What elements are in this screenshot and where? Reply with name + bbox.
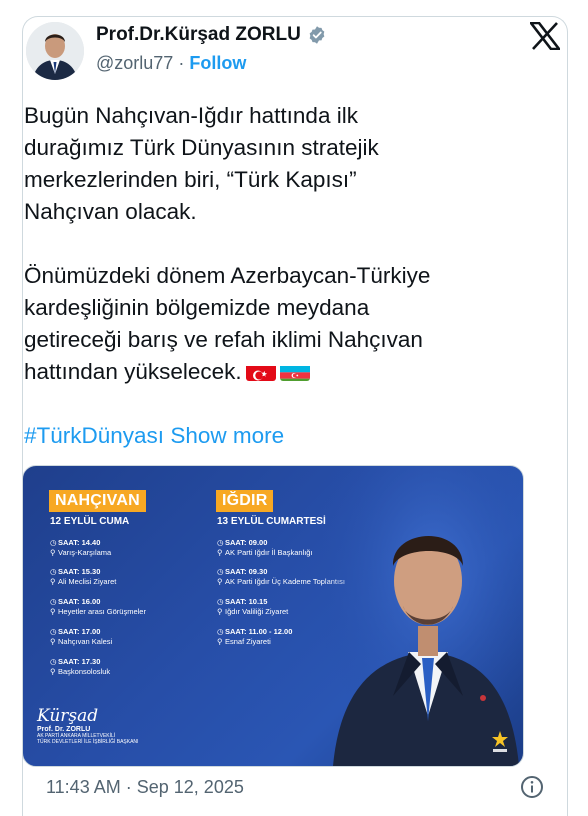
tweet-text: Bugün Nahçıvan-Iğdır hattında ilk durağı… [24,100,529,452]
post-date: Sep 12, 2025 [136,777,244,797]
clock-icon: ◷ [217,627,224,636]
igdir-date: 13 EYLÜL CUMARTESİ [217,516,326,527]
speaker-portrait [323,466,523,766]
pin-icon: ⚲ [217,548,223,557]
handle-separator: · [178,53,185,73]
pin-icon: ⚲ [217,637,223,646]
tweet-line: Bugün Nahçıvan-Iğdır hattında ilk [24,103,358,128]
author-name-row: Prof.Dr.Kürşad ZORLU [96,24,327,46]
tweet-line: merkezlerinden biri, “Türk Kapısı” [24,167,357,192]
x-logo-icon[interactable] [528,21,562,51]
tweet-media-image[interactable]: NAHÇIVAN 12 EYLÜL CUMA ◷SAAT: 14.40 ⚲ Var… [22,465,524,767]
clock-icon: ◷ [50,538,57,547]
schedule-item: ◷SAAT: 15.30 ⚲ Ali Meclisi Ziyaret [50,567,117,586]
nahcivan-title: NAHÇIVAN [49,490,146,512]
pin-icon: ⚲ [50,667,56,676]
clock-icon: ◷ [217,538,224,547]
signature-block: Kürşad Prof. Dr. ZORLU AK PARTİ ANKARA M… [37,706,138,745]
clock-icon: ◷ [50,597,57,606]
schedule-item: ◷SAAT: 17.00 ⚲ Nahçıvan Kalesi [50,627,113,646]
verified-badge-icon[interactable] [307,25,327,45]
clock-icon: ◷ [217,597,224,606]
show-more-link[interactable]: Show more [170,423,284,448]
tweet-paragraph-2: Önümüzdeki dönem Azerbaycan-Türkiye kard… [24,260,529,388]
author-handle[interactable]: @zorlu77 [96,53,173,73]
clock-icon: ◷ [50,567,57,576]
author-handle-row: @zorlu77 · Follow [96,53,246,74]
tweet-line: Önümüzdeki dönem Azerbaycan-Türkiye [24,263,431,288]
avatar-image [26,22,84,80]
tweet-paragraph-1: Bugün Nahçıvan-Iğdır hattında ilk durağı… [24,100,529,228]
nahcivan-date: 12 EYLÜL CUMA [50,516,130,527]
pin-icon: ⚲ [217,577,223,586]
schedule-item: ◷SAAT: 14.40 ⚲ Varış-Karşılama [50,538,112,557]
author-name[interactable]: Prof.Dr.Kürşad ZORLU [96,24,301,46]
timestamp-row[interactable]: 11:43 AM · Sep 12, 2025 [46,777,244,798]
tweet-line: getireceği barış ve refah iklimi Nahçıva… [24,327,423,352]
schedule-item: ◷SAAT: 11.00 - 12.00 ⚲ Esnaf Ziyareti [217,627,293,646]
signature-title: Prof. Dr. ZORLU [37,726,91,733]
follow-button[interactable]: Follow [189,53,246,73]
signature-line2: TÜRK DEVLETLERİ İLE İŞBİRLİĞİ BAŞKANI [37,739,139,745]
signature-script: Kürşad [37,706,99,726]
igdir-title: IĞDIR [216,490,274,512]
schedule-item: ◷SAAT: 10.15 ⚲ Iğdır Valiliği Ziyaret [217,597,289,616]
hashtag-row: #TürkDünyası Show more [24,420,529,452]
azerbaijan-flag-icon [279,362,310,381]
pin-icon: ⚲ [217,607,223,616]
pin-icon: ⚲ [50,577,56,586]
tweet-line: hattından yükselecek. [24,359,242,384]
clock-icon: ◷ [217,567,224,576]
tweet-line: kardeşliğinin bölgemizde meydana [24,295,370,320]
author-avatar[interactable] [26,22,84,80]
tweet-line: Nahçıvan olacak. [24,199,197,224]
meta-separator: · [125,777,132,797]
turkey-flag-icon [245,362,276,381]
clock-icon: ◷ [50,627,57,636]
post-time: 11:43 AM [46,777,121,797]
ak-parti-logo-icon [489,728,511,754]
clock-icon: ◷ [50,657,57,666]
tweet-line: durağımız Türk Dünyasının stratejik [24,135,379,160]
schedule-item: ◷SAAT: 09.00 ⚲ AK Parti Iğdır İl Başkanlı… [217,538,313,557]
pin-icon: ⚲ [50,548,56,557]
schedule-item: ◷SAAT: 16.00 ⚲ Heyetler arası Görüşmeler [50,597,146,616]
pin-icon: ⚲ [50,607,56,616]
hashtag-link[interactable]: #TürkDünyası [24,423,164,448]
schedule-item: ◷SAAT: 17.30 ⚲ Başkonsolosluk [50,657,111,676]
pin-icon: ⚲ [50,637,56,646]
info-icon[interactable] [520,775,544,799]
